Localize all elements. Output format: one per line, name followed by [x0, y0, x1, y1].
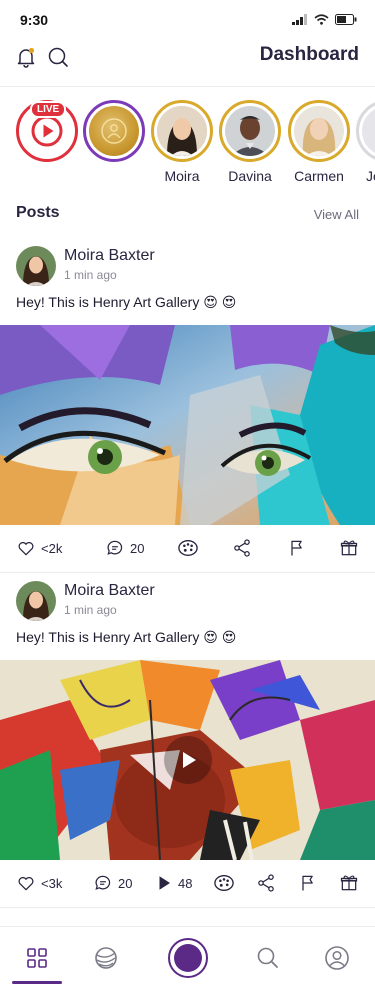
play-count-button[interactable]: 48: [155, 869, 192, 897]
play-circle-icon: [31, 115, 63, 147]
post-text: Hey! This is Henry Art Gallery 😍 😍: [16, 294, 237, 310]
posts-section-header: Posts View All: [0, 204, 375, 228]
create-button[interactable]: [168, 938, 208, 978]
story-davina[interactable]: Davina: [219, 100, 281, 184]
story-jo[interactable]: Jo: [356, 100, 375, 184]
avatar-moira: [157, 106, 207, 156]
comment-icon: [95, 875, 111, 890]
share-icon: [234, 539, 250, 557]
avatar-carmen: [294, 106, 344, 156]
post-actions: <3k 20 48: [0, 869, 375, 897]
gift-icon: [340, 540, 358, 556]
story-carmen[interactable]: Carmen: [288, 100, 350, 184]
avatar-davina: [225, 106, 275, 156]
play-icon: [159, 876, 170, 890]
post-divider: [0, 907, 375, 908]
play-icon: [183, 752, 196, 768]
gift-button[interactable]: [339, 869, 359, 897]
story-name: Davina: [228, 168, 272, 184]
header-divider: [0, 86, 375, 87]
posts-title: Posts: [16, 204, 60, 221]
story-moira[interactable]: Moira: [151, 100, 213, 184]
globe-icon[interactable]: [93, 945, 119, 971]
signal-icon: [292, 14, 307, 25]
like-button[interactable]: <2k: [16, 534, 62, 562]
active-tab-indicator: [12, 981, 62, 984]
post-actions: <2k 20: [0, 534, 375, 562]
post-image[interactable]: [0, 325, 375, 525]
stories-row: LIVE Moira Davina Carmen J: [0, 100, 375, 186]
report-button[interactable]: [298, 869, 318, 897]
share-button[interactable]: [232, 534, 252, 562]
gift-button[interactable]: [339, 534, 359, 562]
wifi-icon: [314, 14, 329, 25]
story-name: Jo: [366, 168, 375, 184]
comment-button[interactable]: 20: [93, 869, 132, 897]
post-divider: [0, 572, 375, 573]
like-count: <3k: [41, 875, 63, 891]
heart-icon: [18, 542, 34, 556]
palette-button[interactable]: [213, 869, 235, 897]
art-mural-image: [0, 325, 375, 525]
report-button[interactable]: [287, 534, 307, 562]
status-time: 9:30: [20, 12, 49, 28]
post-time: 1 min ago: [64, 603, 117, 617]
comment-button[interactable]: 20: [105, 534, 144, 562]
like-button[interactable]: <3k: [16, 869, 62, 897]
palette-button[interactable]: [177, 534, 199, 562]
grid-icon[interactable]: [24, 945, 50, 971]
story-live[interactable]: LIVE: [16, 100, 78, 162]
flag-icon: [302, 875, 313, 891]
post-author[interactable]: Moira Baxter: [64, 247, 155, 265]
award-icon: [101, 118, 127, 144]
story-name: Carmen: [294, 168, 344, 184]
author-avatar: [16, 246, 56, 286]
search-icon[interactable]: [46, 45, 70, 69]
like-count: <2k: [41, 540, 63, 556]
post-card: Moira Baxter 1 min ago Hey! This is Henr…: [0, 244, 375, 570]
post-text: Hey! This is Henry Art Gallery 😍 😍: [16, 629, 237, 645]
post-card: Moira Baxter 1 min ago Hey! This is Henr…: [0, 580, 375, 910]
gift-icon: [340, 875, 358, 891]
live-badge: LIVE: [30, 101, 67, 118]
bottom-nav: [0, 926, 375, 996]
avatar[interactable]: [16, 581, 56, 621]
comment-count: 20: [118, 875, 133, 891]
bell-icon[interactable]: [14, 45, 38, 69]
heart-icon: [18, 877, 34, 891]
share-button[interactable]: [256, 869, 276, 897]
post-video[interactable]: [0, 660, 375, 860]
status-icons: [292, 14, 357, 25]
page-title: Dashboard: [259, 44, 359, 65]
post-author[interactable]: Moira Baxter: [64, 582, 155, 600]
play-count: 48: [178, 875, 193, 891]
story-name: Moira: [164, 168, 200, 184]
post-time: 1 min ago: [64, 268, 117, 282]
avatar[interactable]: [16, 246, 56, 286]
create-dot: [174, 944, 202, 972]
profile-icon[interactable]: [324, 945, 350, 971]
palette-icon: [214, 875, 234, 891]
flag-icon: [291, 540, 302, 556]
status-bar: 9:30: [0, 0, 375, 40]
play-button[interactable]: [164, 736, 212, 784]
header: Dashboard: [0, 40, 375, 84]
author-avatar: [16, 581, 56, 621]
view-all-link[interactable]: View All: [314, 207, 359, 222]
search-icon[interactable]: [255, 945, 281, 971]
battery-icon: [335, 14, 357, 25]
comment-icon: [107, 540, 123, 555]
palette-icon: [178, 540, 198, 556]
story-badge[interactable]: [83, 100, 145, 162]
share-icon: [258, 874, 274, 892]
comment-count: 20: [130, 540, 145, 556]
